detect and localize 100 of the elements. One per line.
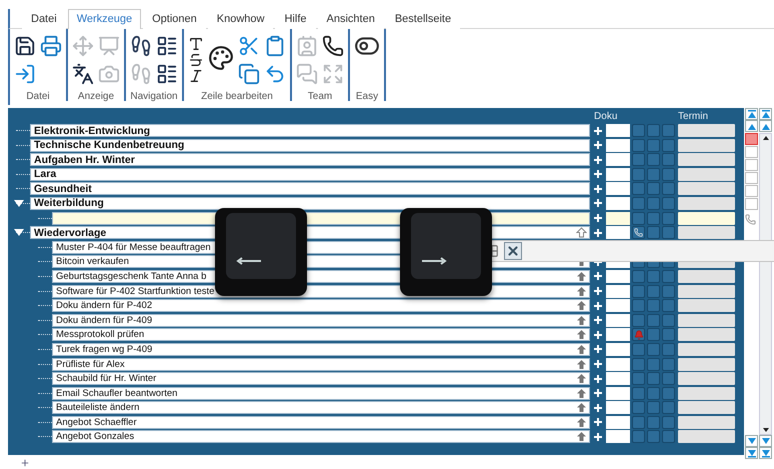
task-field[interactable]: Angebot Gonzales <box>52 430 590 444</box>
status-cell[interactable] <box>662 358 676 370</box>
scroll-top-button[interactable] <box>759 108 772 120</box>
status-cell[interactable] <box>662 430 676 444</box>
doku-cell[interactable] <box>606 182 630 196</box>
date-cell[interactable] <box>678 401 736 414</box>
status-cell[interactable] <box>647 124 660 137</box>
add-icon[interactable] <box>593 154 604 165</box>
menu-tab[interactable]: Werkzeuge <box>68 9 142 29</box>
up-arrow-icon[interactable] <box>576 431 588 442</box>
doku-cell[interactable] <box>606 196 630 210</box>
status-cell[interactable] <box>632 270 646 283</box>
add-icon[interactable] <box>593 286 604 296</box>
up-arrow-icon[interactable] <box>576 402 588 414</box>
date-cell[interactable] <box>678 138 736 152</box>
status-cell[interactable] <box>632 124 646 137</box>
add-icon[interactable] <box>593 374 604 384</box>
status-cell[interactable] <box>647 138 660 152</box>
footprints-icon[interactable] <box>130 35 152 57</box>
doku-cell[interactable] <box>606 358 630 370</box>
add-icon[interactable] <box>593 126 604 136</box>
status-cell[interactable] <box>632 314 646 327</box>
add-icon[interactable] <box>593 271 604 282</box>
add-icon[interactable] <box>593 417 604 428</box>
doku-cell[interactable] <box>606 153 630 166</box>
scroll-bottom-button[interactable] <box>759 447 772 459</box>
status-cell[interactable] <box>647 328 660 342</box>
status-cell[interactable] <box>647 358 660 370</box>
category-field[interactable]: Lara <box>30 168 590 181</box>
doku-cell[interactable] <box>606 386 630 400</box>
up-arrow-icon[interactable] <box>576 388 588 399</box>
collapse-triangle-icon[interactable] <box>14 200 24 207</box>
status-cell[interactable] <box>647 182 660 196</box>
status-cell[interactable] <box>662 401 676 414</box>
scrollbar[interactable] <box>759 133 772 435</box>
status-cell[interactable] <box>647 153 660 166</box>
status-cell[interactable] <box>632 416 646 429</box>
task-field[interactable]: Doku ändern für P-402 <box>52 299 590 312</box>
doku-cell[interactable] <box>606 328 630 342</box>
scroll-up-icon[interactable] <box>762 134 770 142</box>
scroll-bottom-button[interactable] <box>745 447 758 459</box>
up-arrow-icon[interactable] <box>576 373 588 384</box>
add-icon[interactable] <box>593 330 604 340</box>
add-icon[interactable] <box>593 359 604 369</box>
collapse-triangle-icon[interactable] <box>14 229 24 236</box>
add-icon[interactable] <box>593 300 604 311</box>
clipboard-icon[interactable] <box>264 35 286 57</box>
date-cell[interactable] <box>678 342 736 356</box>
doku-cell[interactable] <box>606 124 630 137</box>
add-icon[interactable] <box>593 402 604 413</box>
list-layout-icon[interactable] <box>156 63 178 85</box>
doku-cell[interactable] <box>606 314 630 327</box>
doku-cell[interactable] <box>606 430 630 444</box>
date-cell[interactable] <box>678 212 736 225</box>
status-cell[interactable] <box>662 270 676 283</box>
doku-cell[interactable] <box>606 416 630 429</box>
up-arrow-icon[interactable] <box>576 270 588 282</box>
status-cell[interactable] <box>662 168 676 181</box>
add-icon[interactable] <box>593 388 604 398</box>
category-field[interactable]: Weiterbildung <box>30 196 590 210</box>
date-cell[interactable] <box>678 386 736 400</box>
status-cell[interactable] <box>662 416 676 429</box>
status-cell[interactable] <box>662 314 676 327</box>
status-cell[interactable] <box>632 430 646 444</box>
doku-cell[interactable] <box>606 299 630 312</box>
status-cell[interactable] <box>632 182 646 196</box>
status-cell[interactable] <box>647 284 660 298</box>
status-cell[interactable] <box>662 153 676 166</box>
date-cell[interactable] <box>678 358 736 370</box>
status-cell[interactable] <box>632 401 646 414</box>
status-cell[interactable] <box>662 124 676 137</box>
italic-icon[interactable] <box>188 68 204 84</box>
date-cell[interactable] <box>678 314 736 327</box>
status-cell[interactable] <box>632 212 646 225</box>
status-cell[interactable] <box>647 314 660 327</box>
phone-icon[interactable] <box>322 35 344 57</box>
add-icon[interactable] <box>593 140 604 150</box>
text-format-icon[interactable] <box>188 36 204 52</box>
up-arrow-icon[interactable] <box>576 416 588 428</box>
up-arrow-icon[interactable] <box>576 286 588 297</box>
exit-icon[interactable] <box>14 63 36 85</box>
up-arrow-icon[interactable] <box>576 314 588 326</box>
status-cell[interactable] <box>662 138 676 152</box>
date-cell[interactable] <box>678 299 736 312</box>
date-cell[interactable] <box>678 372 736 386</box>
status-cell[interactable] <box>662 196 676 210</box>
undo-icon[interactable] <box>264 63 286 85</box>
status-cell[interactable] <box>632 284 646 298</box>
strikethrough-icon[interactable] <box>188 52 204 68</box>
task-field[interactable]: Schaubild für Hr. Winter <box>52 372 590 386</box>
status-cell[interactable] <box>647 430 660 444</box>
list-layout-icon[interactable] <box>156 35 178 57</box>
status-cell[interactable] <box>632 299 646 312</box>
doku-cell[interactable] <box>606 226 630 240</box>
status-cell[interactable] <box>662 386 676 400</box>
task-field[interactable]: Angebot Schaeffler <box>52 416 590 429</box>
doku-cell[interactable] <box>606 372 630 386</box>
status-cell[interactable] <box>647 401 660 414</box>
palette-icon[interactable] <box>208 44 234 70</box>
status-cell[interactable] <box>632 342 646 356</box>
